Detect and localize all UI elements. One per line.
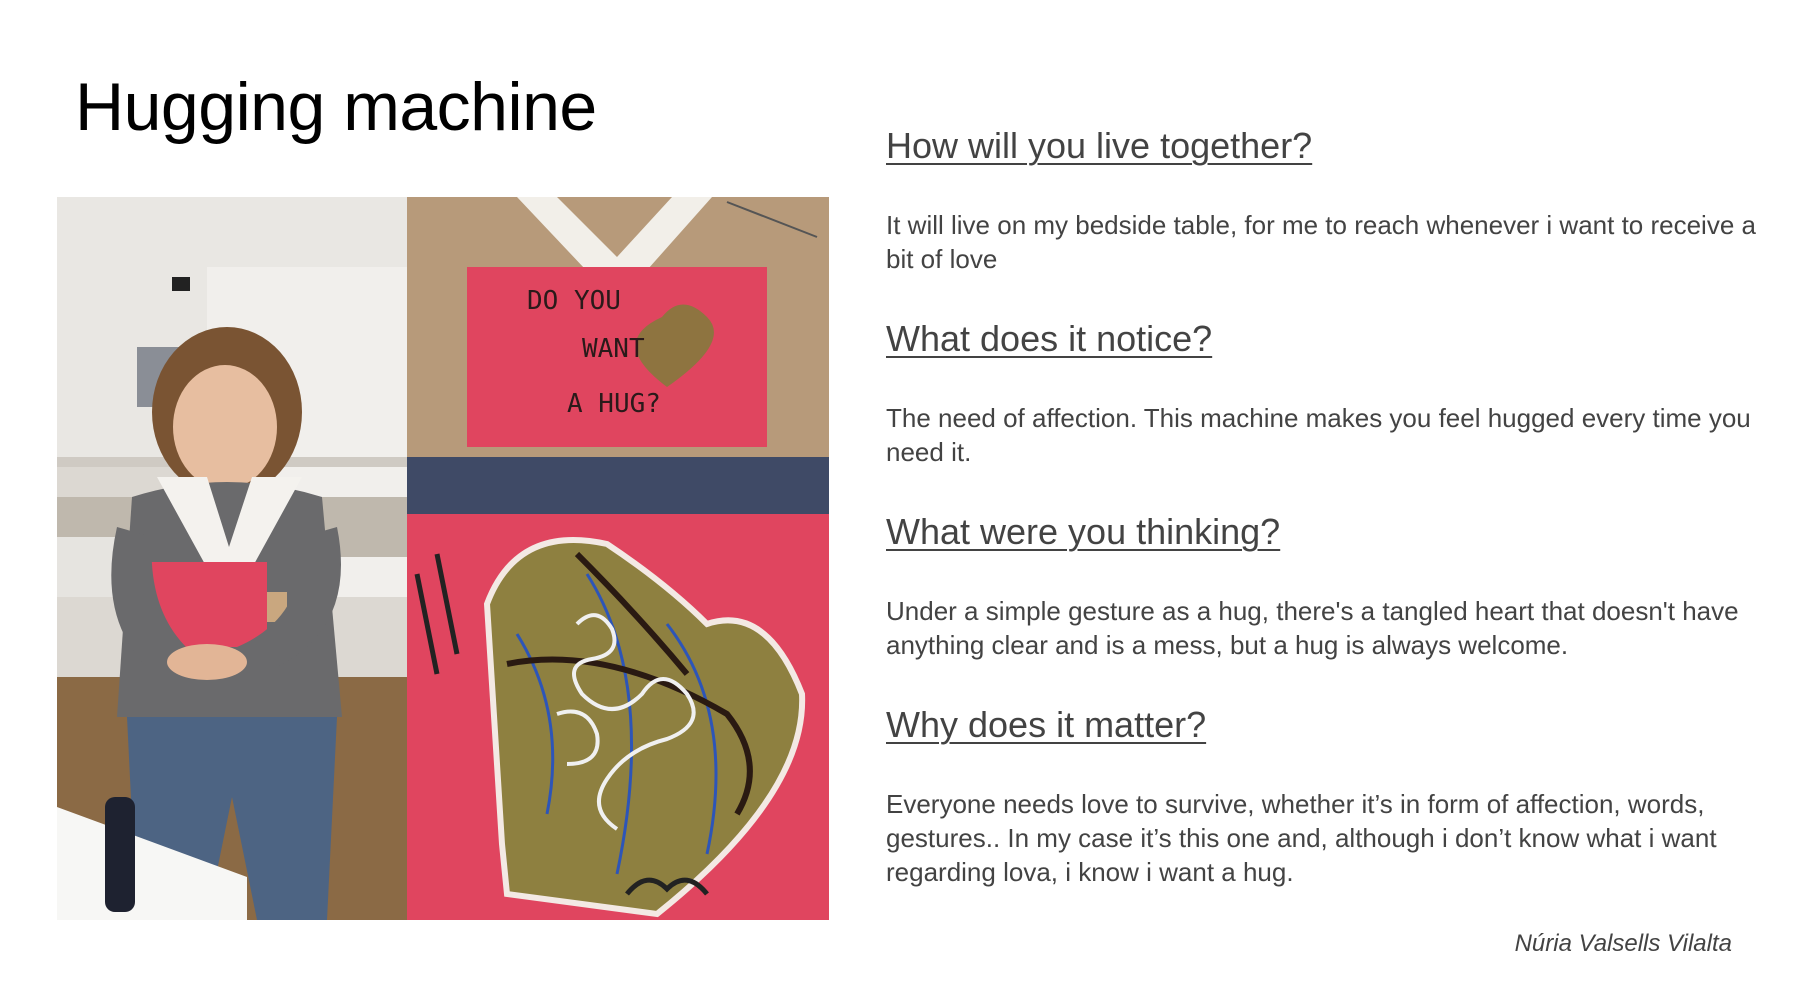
slide-title: Hugging machine bbox=[75, 69, 597, 145]
answer-thinking: Under a simple gesture as a hug, there's… bbox=[886, 596, 1739, 660]
question-live-together: How will you live together? bbox=[886, 125, 1313, 166]
author-name: Núria Valsells Vilalta bbox=[1514, 930, 1732, 957]
question-notice: What does it notice? bbox=[886, 318, 1213, 359]
box-sign-line-1: DO YOU bbox=[527, 286, 621, 316]
answer-live-together: It will live on my bedside table, for me… bbox=[886, 210, 1756, 274]
photo-person-wearing-machine bbox=[57, 197, 407, 920]
question-why-matter: Why does it matter? bbox=[886, 704, 1207, 745]
box-sign-line-3: A HUG? bbox=[567, 389, 661, 419]
photo-tangled-heart bbox=[407, 514, 829, 920]
answer-notice: The need of affection. This machine make… bbox=[886, 403, 1751, 467]
photo-sign-box: DO YOU WANT A HUG? bbox=[407, 197, 829, 514]
answer-why-matter: Everyone needs love to survive, whether … bbox=[886, 789, 1717, 887]
question-thinking: What were you thinking? bbox=[886, 511, 1281, 552]
box-sign-line-2: WANT bbox=[582, 334, 645, 364]
